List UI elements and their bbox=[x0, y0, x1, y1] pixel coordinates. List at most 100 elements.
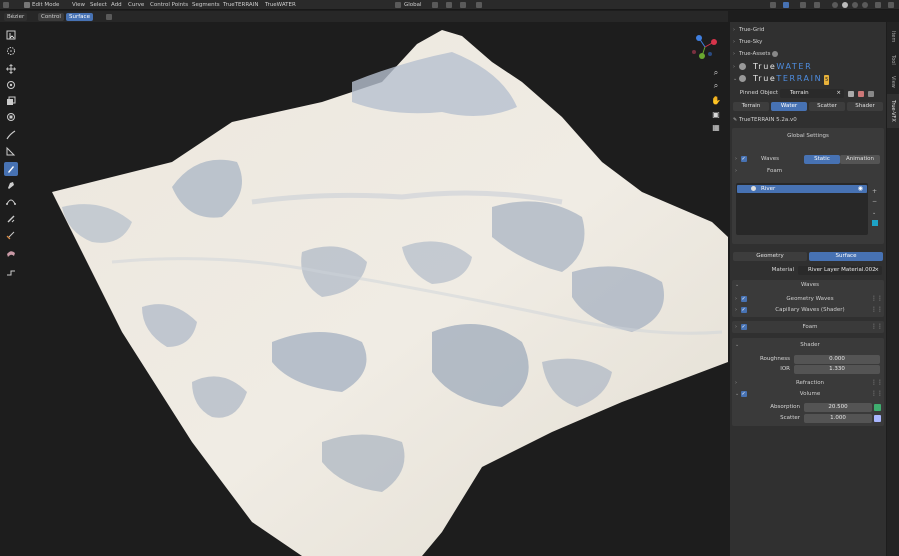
proportional-edit-icon[interactable] bbox=[460, 2, 466, 8]
waves-checkbox[interactable] bbox=[741, 154, 747, 164]
foam-section[interactable]: ›Foam⋮⋮ bbox=[732, 321, 884, 333]
extrude-icon[interactable] bbox=[4, 264, 18, 278]
addon-true-assets[interactable]: › True-Assets bbox=[733, 49, 883, 59]
waves-animation-button[interactable]: Animation bbox=[840, 155, 880, 164]
shading-wire-icon[interactable] bbox=[832, 2, 838, 8]
tab-geometry[interactable]: Geometry bbox=[733, 252, 807, 261]
remove-icon[interactable]: − bbox=[872, 198, 877, 205]
waves-static-button[interactable]: Static bbox=[804, 155, 840, 164]
orientation-icon bbox=[395, 2, 401, 8]
absorption-field[interactable]: 20.500 bbox=[804, 403, 872, 412]
tab-true-vfx[interactable]: True-VFX bbox=[887, 94, 899, 128]
mode-dropdown[interactable]: Edit Mode bbox=[32, 1, 59, 9]
editor-type-icon[interactable] bbox=[3, 2, 9, 8]
options-icon[interactable] bbox=[106, 14, 112, 20]
curve-pen-icon[interactable] bbox=[4, 194, 18, 208]
move-icon[interactable] bbox=[4, 62, 18, 76]
pinned-object-field[interactable]: Terrain × bbox=[780, 89, 844, 98]
list-item[interactable]: River ◉ bbox=[737, 185, 867, 193]
cursor-icon[interactable] bbox=[4, 44, 18, 58]
orientation-dropdown[interactable]: Global bbox=[404, 1, 422, 9]
rotate-icon[interactable] bbox=[4, 78, 18, 92]
overlay-icon[interactable] bbox=[800, 2, 806, 8]
pan-hand-icon[interactable]: ✋ bbox=[710, 94, 722, 106]
refraction-row[interactable]: › Refraction ⋮⋮ bbox=[735, 378, 885, 388]
tab-control[interactable]: Control bbox=[38, 13, 64, 21]
truewater-header[interactable]: › TrueWATER bbox=[733, 62, 883, 74]
eye-icon[interactable]: ◉ bbox=[858, 185, 863, 193]
water-color-swatch[interactable] bbox=[872, 220, 878, 226]
menu-trueterrain[interactable]: TrueTERRAIN bbox=[223, 1, 258, 9]
menu-add[interactable]: Add bbox=[111, 1, 122, 9]
capillary-waves-row[interactable]: ›Capillary Waves (Shader)⋮⋮ bbox=[735, 305, 885, 315]
draw-icon[interactable] bbox=[4, 162, 18, 176]
scale-icon[interactable] bbox=[4, 94, 18, 108]
menu-curve[interactable]: Curve bbox=[128, 1, 144, 9]
gizmo-toggle-icon[interactable] bbox=[783, 2, 789, 8]
pin-icon[interactable] bbox=[848, 91, 854, 97]
shading-render-icon[interactable] bbox=[862, 2, 868, 8]
menu-truewater[interactable]: TrueWATER bbox=[265, 1, 296, 9]
menu-select[interactable]: Select bbox=[90, 1, 107, 9]
radius-icon[interactable] bbox=[4, 228, 18, 242]
list-menu-icon[interactable]: ⌄ bbox=[872, 210, 876, 216]
measure-icon[interactable] bbox=[4, 144, 18, 158]
tab-view[interactable]: View bbox=[887, 72, 899, 92]
pivot-icon[interactable] bbox=[432, 2, 438, 8]
menu-segments[interactable]: Segments bbox=[192, 1, 220, 9]
shader-section-header[interactable]: ⌄ Shader bbox=[735, 340, 885, 350]
annotate-icon[interactable] bbox=[4, 128, 18, 142]
tab-surface[interactable]: Surface bbox=[66, 13, 93, 21]
add-icon[interactable]: + bbox=[872, 188, 877, 195]
ior-field[interactable]: 1.330 bbox=[794, 365, 880, 374]
menu-view[interactable]: View bbox=[72, 1, 85, 9]
transform-icon[interactable] bbox=[4, 110, 18, 124]
volume-row[interactable]: ⌄Volume⋮⋮ bbox=[735, 389, 885, 399]
zoom-icon[interactable]: ⌕ bbox=[710, 67, 722, 79]
select-box-icon[interactable] bbox=[4, 28, 18, 42]
trueterrain-logo-icon bbox=[739, 75, 746, 82]
camera-icon[interactable]: ▣ bbox=[710, 108, 722, 120]
menu-control-points[interactable]: Control Points bbox=[150, 1, 188, 9]
material-field[interactable]: River Layer Material.002 × bbox=[798, 266, 882, 275]
falloff-icon[interactable] bbox=[476, 2, 482, 8]
shading-material-icon[interactable] bbox=[852, 2, 858, 8]
refresh-icon[interactable] bbox=[868, 91, 874, 97]
tab-tool[interactable]: Tool bbox=[887, 50, 899, 70]
3d-viewport[interactable] bbox=[22, 22, 728, 556]
pen-icon[interactable] bbox=[4, 178, 18, 192]
randomize-icon[interactable] bbox=[4, 246, 18, 260]
snap-icon[interactable] bbox=[446, 2, 452, 8]
tab-terrain[interactable]: Terrain bbox=[733, 102, 769, 111]
tab-surface-panel[interactable]: Surface bbox=[809, 252, 883, 261]
scatter-field[interactable]: 1.000 bbox=[804, 414, 872, 423]
tab-shader[interactable]: Shader bbox=[847, 102, 883, 111]
sidebar-toggle-icon[interactable] bbox=[888, 2, 894, 8]
foam-row[interactable]: › Foam bbox=[735, 166, 885, 176]
waves-section-header[interactable]: ⌄ Waves bbox=[735, 280, 885, 290]
trueterrain-header[interactable]: ⌄ TrueTERRAIN 5 bbox=[733, 74, 883, 86]
brush-dropdown[interactable]: Bézier bbox=[4, 13, 28, 21]
visibility-icon[interactable] bbox=[770, 2, 776, 8]
absorption-color-swatch[interactable] bbox=[874, 404, 881, 411]
tab-scatter[interactable]: Scatter bbox=[809, 102, 845, 111]
zoom-in-icon[interactable]: ⌕ bbox=[710, 80, 722, 92]
version-label: ✎ TrueTERRAIN 5.2a.v0 bbox=[733, 117, 797, 123]
water-list[interactable]: River ◉ bbox=[736, 183, 868, 235]
scatter-color-swatch[interactable] bbox=[874, 415, 881, 422]
terrain-color-icon[interactable] bbox=[858, 91, 864, 97]
addon-true-sky[interactable]: › True-Sky bbox=[733, 37, 883, 47]
geometry-waves-row[interactable]: ›Geometry Waves⋮⋮ bbox=[735, 294, 885, 304]
xray-icon[interactable] bbox=[814, 2, 820, 8]
navigation-gizmo[interactable] bbox=[688, 32, 722, 62]
shading-options-icon[interactable] bbox=[875, 2, 881, 8]
perspective-grid-icon[interactable]: ▦ bbox=[710, 121, 722, 133]
tab-item[interactable]: Item bbox=[887, 26, 899, 48]
addon-true-grid[interactable]: › True-Grid bbox=[733, 25, 883, 35]
shading-solid-icon[interactable] bbox=[842, 2, 848, 8]
roughness-field[interactable]: 0.000 bbox=[794, 355, 880, 364]
tilt-icon[interactable] bbox=[4, 212, 18, 226]
assets-icon bbox=[772, 50, 779, 57]
tab-water[interactable]: Water bbox=[771, 102, 807, 111]
roughness-label: Roughness bbox=[759, 356, 790, 362]
